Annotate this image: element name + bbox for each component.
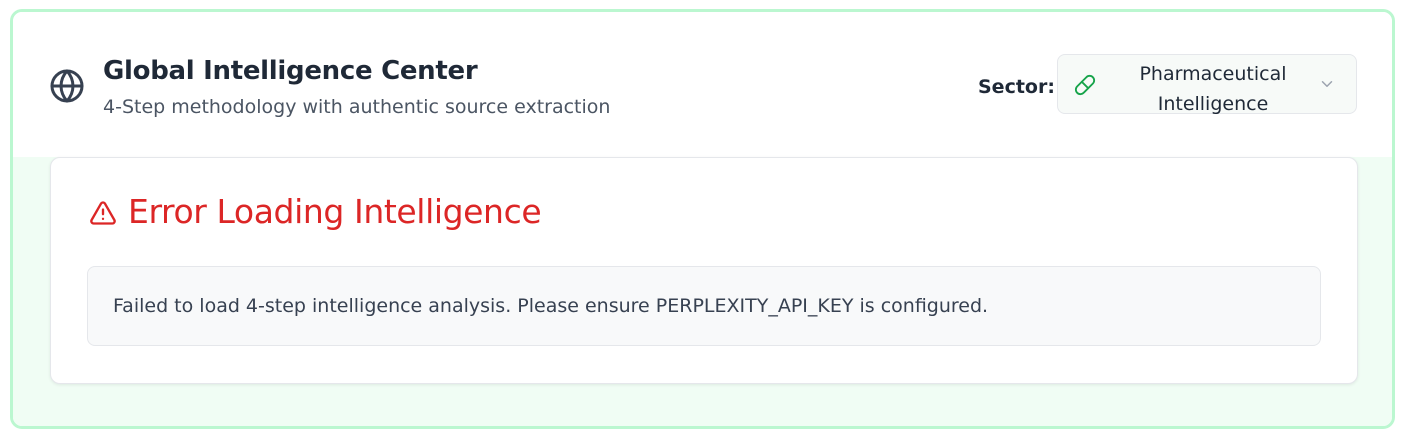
error-message-box: Failed to load 4-step intelligence analy…: [87, 266, 1321, 346]
panel-header: Global Intelligence Center 4-Step method…: [13, 12, 1392, 157]
error-title: Error Loading Intelligence: [128, 192, 542, 231]
chevron-down-icon: [1321, 81, 1333, 87]
sector-select[interactable]: Pharmaceutical Intelligence: [1057, 54, 1357, 115]
globe-icon: [50, 69, 84, 103]
page-title: Global Intelligence Center: [103, 56, 478, 86]
intelligence-panel: Global Intelligence Center 4-Step method…: [10, 9, 1395, 429]
error-message: Failed to load 4-step intelligence analy…: [113, 295, 989, 317]
sector-value-line-1: Pharmaceutical: [1139, 63, 1287, 85]
alert-triangle-icon: [90, 201, 116, 225]
sector-label: Sector:: [978, 76, 1055, 98]
sector-value-line-2: Intelligence: [1157, 93, 1269, 115]
page-subtitle: 4-Step methodology with authentic source…: [103, 96, 611, 118]
sector-selected-value: Pharmaceutical Intelligence: [1118, 59, 1308, 119]
error-card: Error Loading Intelligence Failed to loa…: [50, 157, 1358, 384]
pill-icon: [1074, 74, 1096, 96]
